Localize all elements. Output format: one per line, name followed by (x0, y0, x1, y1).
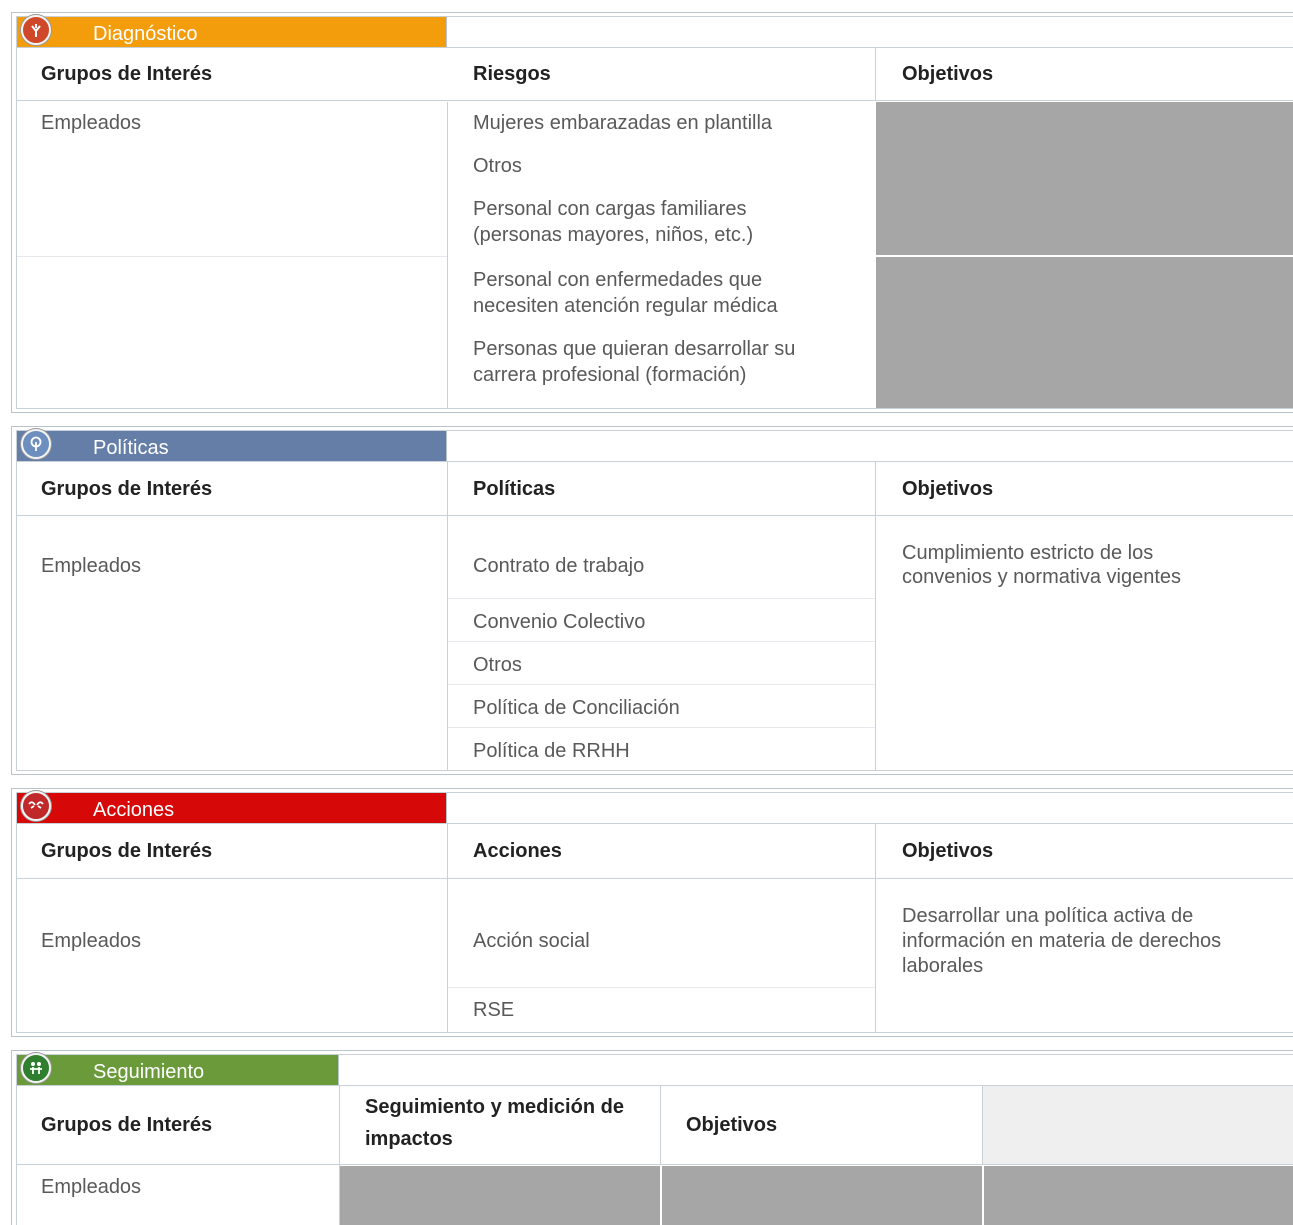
col-divider (447, 823, 448, 1032)
row-divider (448, 598, 875, 599)
people-icon (21, 1053, 51, 1083)
politica-item: Política de Conciliación (473, 697, 680, 719)
tree-icon (21, 429, 51, 459)
objetivos-empty-cell (876, 257, 1293, 408)
politicas-tab: Políticas (17, 429, 447, 461)
politicas-title: Políticas (93, 437, 169, 459)
acciones-title: Acciones (93, 799, 175, 821)
header-objetivos: Objetivos (902, 63, 994, 85)
objetivos-empty-cell (876, 102, 1293, 255)
diagnostico-table: Diagnóstico Grupos de Interés Riesgos Ob… (16, 15, 1293, 409)
header-politicas: Políticas (473, 478, 556, 500)
objetivo-text: Cumplimiento estricto de los convenios y… (902, 542, 1182, 588)
header-grupos: Grupos de Interés (41, 63, 213, 85)
diagnostico-tab: Diagnóstico (17, 15, 447, 47)
tree-icon (21, 15, 51, 45)
acciones-header-row: Grupos de Interés Acciones Objetivos (17, 823, 1293, 879)
col-divider (447, 461, 448, 770)
objetivo-text: Desarrollar una política activa de infor… (902, 905, 1222, 977)
seguimiento-title: Seguimiento (93, 1061, 205, 1083)
row-divider (448, 727, 875, 728)
col-divider (875, 823, 876, 1032)
acciones-tab: Acciones (17, 791, 447, 823)
row-divider (448, 684, 875, 685)
header-objetivos: Objetivos (902, 840, 994, 862)
header-grupos: Grupos de Interés (41, 478, 213, 500)
diagnostico-panel: Diagnóstico Grupos de Interés Riesgos Ob… (11, 12, 1293, 413)
col-divider (875, 461, 876, 770)
group-label: Empleados (41, 112, 142, 134)
politicas-header-row: Grupos de Interés Políticas Objetivos (17, 461, 1293, 516)
header-acciones: Acciones (473, 840, 562, 862)
politica-item: Política de RRHH (473, 740, 630, 762)
group-label: Empleados (41, 1176, 142, 1198)
header-seguimiento: Seguimiento y medición de impactos (365, 1096, 624, 1150)
riesgo-item: Mujeres embarazadas en plantilla (473, 112, 773, 134)
group-label: Empleados (41, 555, 142, 577)
riesgo-item: Personas que quieran desarrollar su carr… (473, 338, 796, 386)
header-grupos: Grupos de Interés (41, 1114, 213, 1136)
header-riesgos: Riesgos (473, 63, 551, 85)
header-objetivos: Objetivos (902, 478, 994, 500)
seguimiento-header-row: Grupos de Interés Seguimiento y medición… (17, 1085, 1293, 1165)
col-divider (660, 1085, 661, 1165)
politica-item: Contrato de trabajo (473, 555, 645, 577)
accion-item: Acción social (473, 930, 590, 952)
politica-item: Convenio Colectivo (473, 611, 646, 633)
col-divider (875, 47, 876, 101)
row-divider (448, 987, 875, 988)
accion-item: RSE (473, 999, 515, 1021)
row-divider (17, 256, 447, 257)
diagnostico-title: Diagnóstico (93, 23, 198, 45)
riesgo-item: Personal con cargas familiares (personas… (473, 198, 754, 246)
seguimiento-panel: Seguimiento Grupos de Interés Seguimient… (11, 1050, 1293, 1225)
header-objetivos: Objetivos (686, 1114, 778, 1136)
hands-icon (21, 791, 51, 821)
politicas-table: Políticas Grupos de Interés Políticas Ob… (16, 429, 1293, 771)
group-label: Empleados (41, 930, 142, 952)
extra-empty-cell (984, 1166, 1293, 1225)
riesgo-item: Otros (473, 155, 522, 177)
col-divider (447, 102, 448, 408)
seguimiento-tab: Seguimiento (17, 1053, 339, 1085)
col-divider (982, 1085, 983, 1165)
acciones-panel: Acciones Grupos de Interés Acciones Obje… (11, 788, 1293, 1037)
riesgo-item: Personal con enfermedades que necesiten … (473, 269, 778, 317)
politicas-panel: Políticas Grupos de Interés Políticas Ob… (11, 426, 1293, 775)
objetivos-empty-cell (662, 1166, 982, 1225)
seguimiento-empty-cell (340, 1166, 660, 1225)
politica-item: Otros (473, 654, 522, 676)
row-divider (448, 641, 875, 642)
diagnostico-header-row: Grupos de Interés Riesgos Objetivos (17, 47, 1293, 101)
header-grupos: Grupos de Interés (41, 840, 213, 862)
acciones-table: Acciones Grupos de Interés Acciones Obje… (16, 791, 1293, 1033)
seguimiento-table: Seguimiento Grupos de Interés Seguimient… (16, 1053, 1293, 1225)
